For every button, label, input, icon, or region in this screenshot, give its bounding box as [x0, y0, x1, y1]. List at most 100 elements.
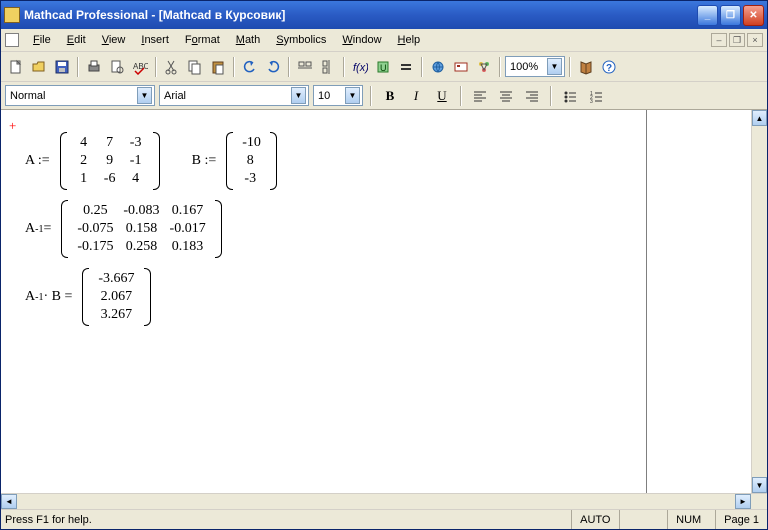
spellcheck-button[interactable]: ABC: [129, 56, 151, 78]
insert-component-button[interactable]: [450, 56, 472, 78]
mdi-restore-button[interactable]: ❐: [729, 33, 745, 47]
chevron-down-icon[interactable]: ▼: [137, 87, 152, 104]
chevron-down-icon[interactable]: ▼: [345, 87, 360, 104]
app-icon: [4, 7, 20, 23]
scroll-right-button[interactable]: ►: [735, 494, 751, 509]
undo-button[interactable]: [239, 56, 261, 78]
help-button[interactable]: ?: [598, 56, 620, 78]
book-icon: [578, 59, 594, 75]
menu-edit[interactable]: Edit: [59, 32, 94, 48]
align-center-button[interactable]: [495, 85, 517, 107]
zoom-value: 100%: [510, 61, 547, 73]
new-button[interactable]: [5, 56, 27, 78]
align-regions-button[interactable]: [294, 56, 316, 78]
font-size-value: 10: [318, 90, 345, 102]
menu-math[interactable]: Math: [228, 32, 268, 48]
align-regions-v-button[interactable]: [317, 56, 339, 78]
scroll-up-button[interactable]: ▲: [752, 110, 767, 126]
hyperlink-icon: [430, 59, 446, 75]
chevron-down-icon[interactable]: ▼: [291, 87, 306, 104]
underline-button[interactable]: U: [431, 85, 453, 107]
format-toolbar: Normal ▼ Arial ▼ 10 ▼ B I U 123: [1, 82, 767, 110]
region-a-b-assign[interactable]: A := 47-329-11-64 B := -108-3: [25, 132, 741, 190]
scroll-track[interactable]: [17, 494, 735, 509]
calculate-button[interactable]: [395, 56, 417, 78]
resource-center-button[interactable]: [575, 56, 597, 78]
run-mathconnex-button[interactable]: [473, 56, 495, 78]
copy-button[interactable]: [184, 56, 206, 78]
italic-button[interactable]: I: [405, 85, 427, 107]
print-icon: [86, 59, 102, 75]
window-title: Mathcad Professional - [Mathcad в Курсов…: [24, 8, 697, 22]
redo-icon: [265, 59, 281, 75]
numbered-list-button[interactable]: 123: [585, 85, 607, 107]
save-button[interactable]: [51, 56, 73, 78]
menu-view[interactable]: View: [94, 32, 134, 48]
copy-icon: [187, 59, 203, 75]
cut-icon: [164, 59, 180, 75]
align-right-button[interactable]: [521, 85, 543, 107]
bullet-list-button[interactable]: [559, 85, 581, 107]
horizontal-scrollbar[interactable]: ◄ ►: [1, 494, 751, 509]
status-help-text: Press F1 for help.: [1, 514, 571, 526]
mdi-close-button[interactable]: ×: [747, 33, 763, 47]
cursor-crosshair: +: [9, 118, 16, 134]
spellcheck-icon: ABC: [132, 59, 148, 75]
minimize-button[interactable]: _: [697, 5, 718, 26]
font-combo[interactable]: Arial ▼: [159, 85, 309, 106]
menu-help[interactable]: Help: [390, 32, 429, 48]
bullets-icon: [563, 89, 577, 103]
mdi-minimize-button[interactable]: –: [711, 33, 727, 47]
font-size-combo[interactable]: 10 ▼: [313, 85, 363, 106]
insert-hyperlink-button[interactable]: [427, 56, 449, 78]
menu-format[interactable]: Format: [177, 32, 228, 48]
chevron-down-icon[interactable]: ▼: [547, 58, 562, 75]
align-center-icon: [499, 89, 513, 103]
svg-text:U: U: [380, 63, 387, 73]
align-left-button[interactable]: [469, 85, 491, 107]
status-blank1: [619, 510, 667, 529]
font-value: Arial: [164, 90, 291, 102]
scroll-track[interactable]: [752, 126, 767, 477]
maximize-button[interactable]: ❐: [720, 5, 741, 26]
cut-button[interactable]: [161, 56, 183, 78]
function-icon: f(x): [352, 59, 368, 75]
vertical-scrollbar[interactable]: ▲ ▼: [751, 110, 767, 493]
menu-file[interactable]: File: [25, 32, 59, 48]
menu-symbolics[interactable]: Symbolics: [268, 32, 334, 48]
insert-unit-button[interactable]: U: [372, 56, 394, 78]
align-left-icon: [473, 89, 487, 103]
label-ainv-times-b: A-1 · B =: [25, 289, 72, 305]
matrix-b: -108-3: [226, 132, 277, 190]
style-combo[interactable]: Normal ▼: [5, 85, 155, 106]
component-icon: [453, 59, 469, 75]
close-button[interactable]: ✕: [743, 5, 764, 26]
undo-icon: [242, 59, 258, 75]
region-ainv-b[interactable]: A-1 · B = -3.6672.0673.267: [25, 268, 741, 326]
matrix-a-inverse: 0.25-0.0830.167-0.0750.158-0.017-0.1750.…: [61, 200, 221, 258]
svg-text:?: ?: [606, 63, 612, 74]
style-value: Normal: [10, 90, 137, 102]
svg-text:f(x): f(x): [353, 62, 368, 74]
print-preview-button[interactable]: [106, 56, 128, 78]
paste-button[interactable]: [207, 56, 229, 78]
title-bar: Mathcad Professional - [Mathcad в Курсов…: [1, 1, 767, 29]
zoom-combo[interactable]: 100% ▼: [505, 56, 565, 77]
worksheet[interactable]: + A := 47-329-11-64 B := -108-3 A: [1, 110, 751, 493]
svg-text:3: 3: [590, 99, 593, 103]
scroll-left-button[interactable]: ◄: [1, 494, 17, 509]
matrix-ainv-b: -3.6672.0673.267: [82, 268, 150, 326]
bold-button[interactable]: B: [379, 85, 401, 107]
save-icon: [54, 59, 70, 75]
region-a-inverse[interactable]: A-1 = 0.25-0.0830.167-0.0750.158-0.017-0…: [25, 200, 741, 258]
insert-function-button[interactable]: f(x): [349, 56, 371, 78]
open-icon: [31, 59, 47, 75]
redo-button[interactable]: [262, 56, 284, 78]
scroll-down-button[interactable]: ▼: [752, 477, 767, 493]
open-button[interactable]: [28, 56, 50, 78]
menu-insert[interactable]: Insert: [133, 32, 177, 48]
print-button[interactable]: [83, 56, 105, 78]
align-right-icon: [525, 89, 539, 103]
menu-window[interactable]: Window: [334, 32, 389, 48]
align-icon: [297, 59, 313, 75]
